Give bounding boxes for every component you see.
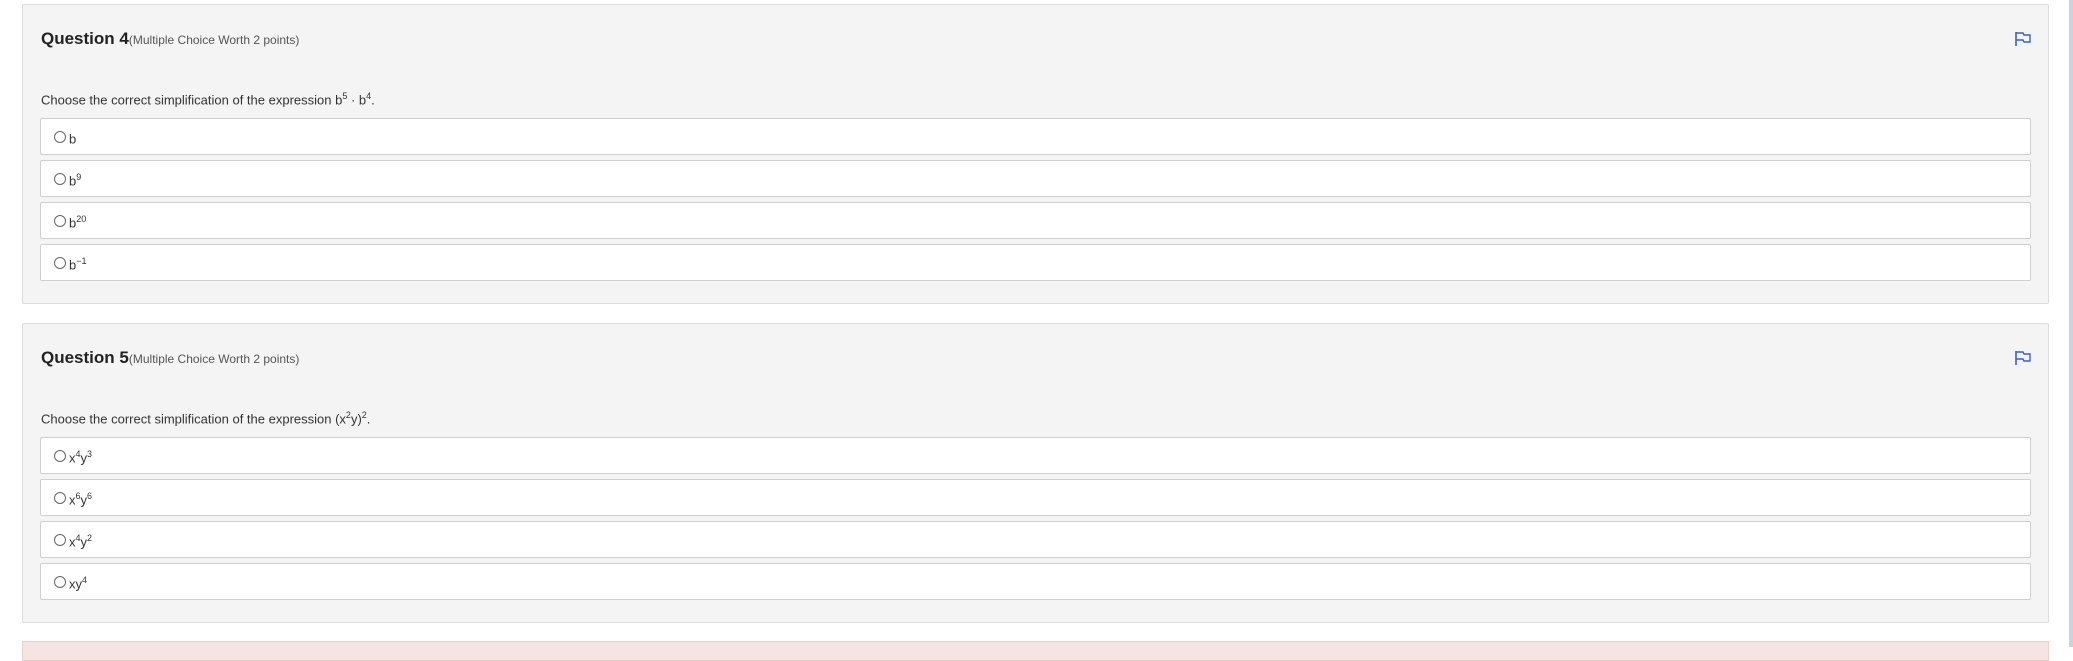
question-card-5: Question 5(Multiple Choice Worth 2 point… [22, 323, 2049, 623]
question-title: Question 5 [41, 348, 129, 367]
option-label: x6y6 [69, 491, 92, 507]
flag-icon[interactable] [2014, 350, 2032, 366]
question-card-4: Question 4(Multiple Choice Worth 2 point… [22, 4, 2049, 304]
option-label: b9 [69, 172, 81, 188]
radio-icon[interactable] [54, 534, 66, 546]
prompt-text: y) [350, 411, 362, 427]
option-exponent: 20 [76, 214, 87, 224]
question-prompt: Choose the correct simplification of the… [41, 91, 375, 107]
option-exponent: 2 [87, 533, 93, 543]
option-base: b [69, 131, 77, 147]
option-label: b−1 [69, 256, 87, 272]
option-label: b20 [69, 214, 86, 230]
option-exponent: −1 [76, 256, 87, 266]
answer-options: b b9 b20 b−1 [40, 118, 2031, 286]
answer-option[interactable]: x6y6 [40, 479, 2031, 516]
radio-icon[interactable] [54, 215, 66, 227]
answer-option[interactable]: b−1 [40, 244, 2031, 281]
answer-option[interactable]: b [40, 118, 2031, 155]
answer-option[interactable]: x4y3 [40, 437, 2031, 474]
radio-icon[interactable] [54, 257, 66, 269]
option-exponent: 3 [87, 449, 93, 459]
option-exponent: 4 [82, 575, 88, 585]
option-label: x4y2 [69, 533, 92, 549]
radio-icon[interactable] [54, 450, 66, 462]
option-exponent: 9 [76, 172, 82, 182]
question-prompt: Choose the correct simplification of the… [41, 410, 370, 426]
option-base: xy [69, 576, 82, 592]
answer-option[interactable]: b20 [40, 202, 2031, 239]
option-label: xy4 [69, 575, 87, 591]
next-question-card [22, 641, 2049, 661]
option-exponent: 6 [87, 491, 93, 501]
prompt-text: Choose the correct simplification of the… [41, 92, 343, 108]
question-worth: (Multiple Choice Worth 2 points) [128, 352, 300, 366]
option-label: b [69, 130, 76, 146]
prompt-text: . [366, 411, 371, 427]
question-header: Question 5(Multiple Choice Worth 2 point… [41, 348, 299, 368]
prompt-text: Choose the correct simplification of the… [41, 411, 346, 427]
question-worth: (Multiple Choice Worth 2 points) [128, 33, 300, 47]
radio-icon[interactable] [54, 131, 66, 143]
answer-options: x4y3 x6y6 x4y2 xy4 [40, 437, 2031, 605]
answer-option[interactable]: xy4 [40, 563, 2031, 600]
prompt-text: · b [347, 92, 367, 108]
answer-option[interactable]: b9 [40, 160, 2031, 197]
question-header: Question 4(Multiple Choice Worth 2 point… [41, 29, 299, 49]
prompt-text: . [371, 92, 375, 108]
option-label: x4y3 [69, 449, 92, 465]
radio-icon[interactable] [54, 492, 66, 504]
question-title: Question 4 [41, 29, 129, 48]
flag-icon[interactable] [2014, 31, 2032, 47]
scrollbar[interactable] [2069, 0, 2073, 647]
radio-icon[interactable] [54, 173, 66, 185]
answer-option[interactable]: x4y2 [40, 521, 2031, 558]
radio-icon[interactable] [54, 576, 66, 588]
